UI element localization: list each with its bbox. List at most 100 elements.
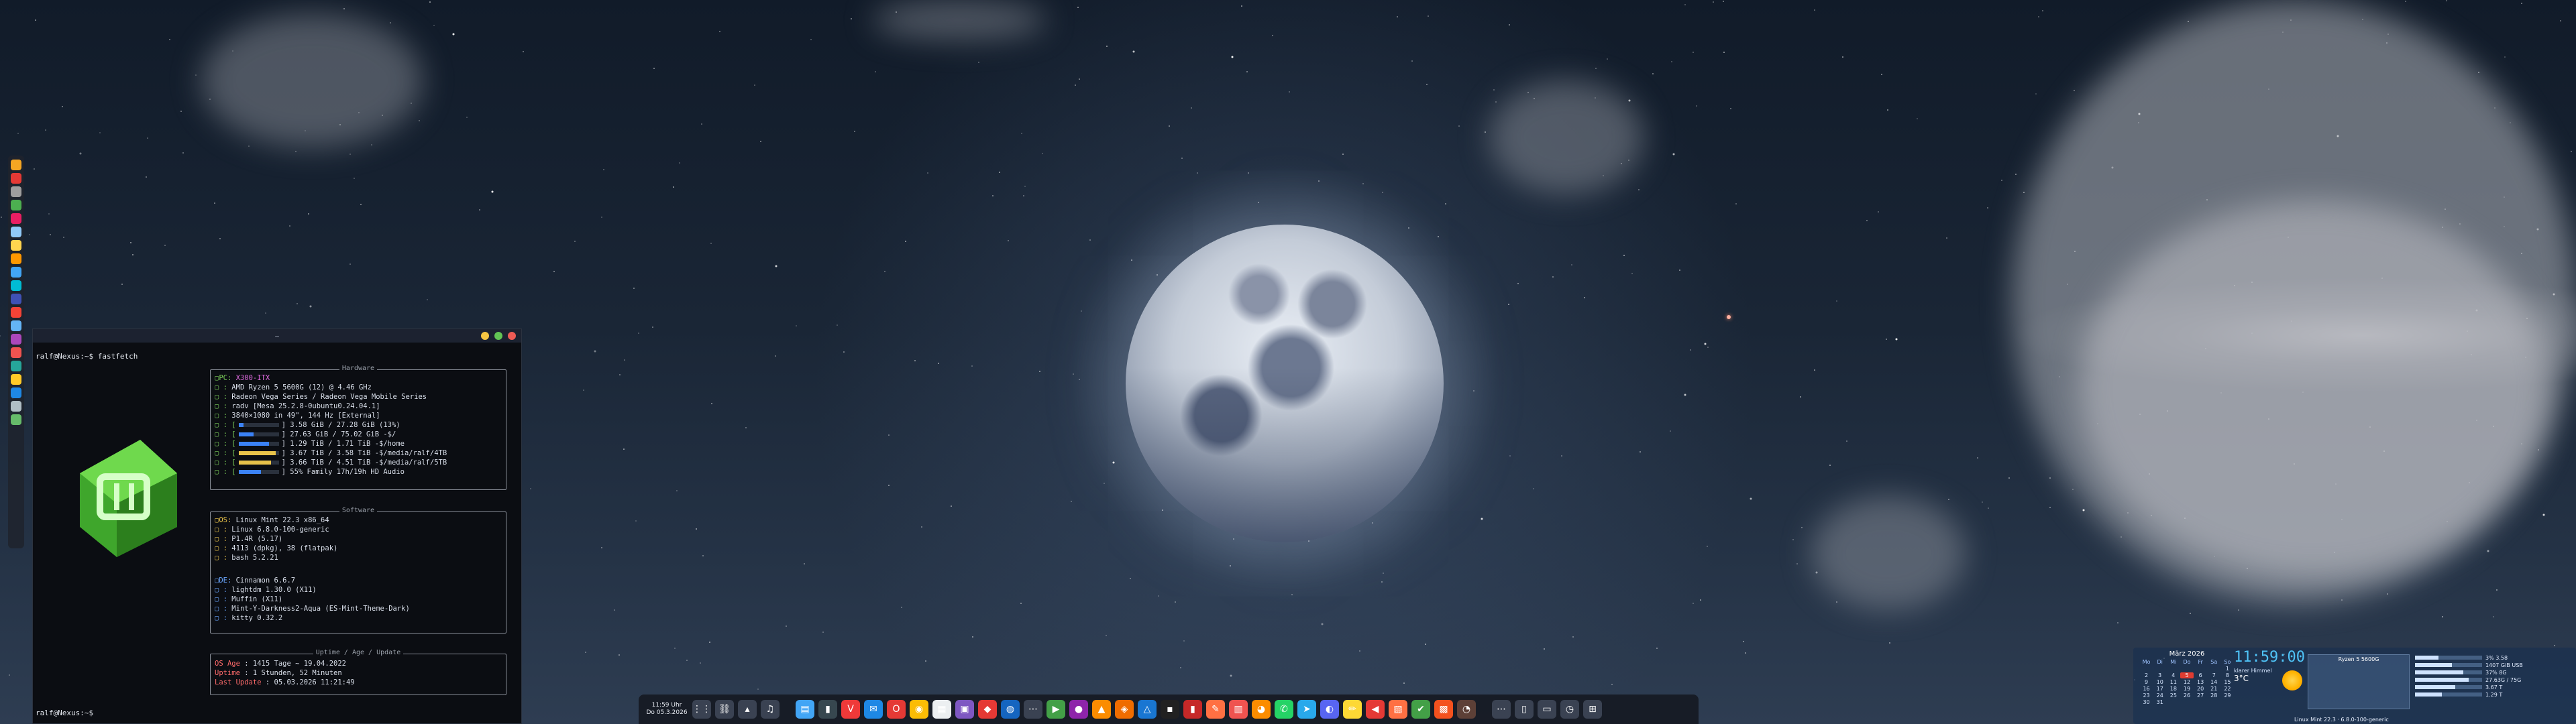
calendar-weekday: Do	[2183, 659, 2191, 665]
cloud	[201, 13, 423, 147]
calendar-day: 13	[2197, 679, 2204, 685]
tray-grid-icon[interactable]: ⊞	[1583, 700, 1602, 719]
sun-icon	[2282, 670, 2302, 690]
os-value: Linux Mint 22.3 x86_64	[235, 516, 329, 524]
pen-icon[interactable]: ✏	[1343, 700, 1362, 719]
app-book-icon[interactable]: ▥	[1229, 700, 1248, 719]
app-icon-6[interactable]	[11, 227, 21, 237]
calendar-day: 11	[2169, 679, 2177, 685]
clock-date: Do 05.3.2026	[646, 709, 688, 716]
terminal-window[interactable]: ~ ralf@Nexus:~$ fastfetch Hardware ▢PC: …	[32, 328, 522, 724]
vlc-icon[interactable]: ▲	[1092, 700, 1111, 719]
tray-clipboard-icon[interactable]: ▯	[1515, 700, 1534, 719]
mail-icon[interactable]: ✉	[864, 700, 883, 719]
memory-bar	[2415, 685, 2482, 689]
app-red2-icon[interactable]: ▮	[1183, 700, 1202, 719]
app-icon-19[interactable]	[11, 401, 21, 412]
app-orange2-icon[interactable]: ▩	[1434, 700, 1453, 719]
calendar-day	[2140, 666, 2153, 672]
moon-shadow	[1126, 225, 1444, 542]
app-icon-17[interactable]	[11, 374, 21, 385]
minimize-button[interactable]	[481, 332, 489, 340]
software-title: Software	[339, 507, 378, 514]
vivaldi-icon[interactable]: V	[841, 700, 860, 719]
app-bag-icon[interactable]: ▧	[1389, 700, 1407, 719]
calendar-day: 17	[2156, 686, 2163, 692]
taskbar-clock[interactable]: 11:59 Uhr Do 05.3.2026	[645, 702, 688, 717]
dots-icon[interactable]: ⋯	[1024, 700, 1042, 719]
notes-icon[interactable]: ▦	[932, 700, 951, 719]
telegram-icon[interactable]: ➤	[1297, 700, 1316, 719]
app-icon-8[interactable]	[11, 253, 21, 264]
folder-icon[interactable]: ▤	[796, 700, 814, 719]
calendar-day: 7	[2212, 672, 2216, 678]
calendar-day: 25	[2169, 692, 2177, 699]
discord-icon[interactable]: ◐	[1320, 700, 1339, 719]
menu-grid-icon[interactable]: ⋮⋮	[692, 700, 711, 719]
app-icon-12[interactable]	[11, 307, 21, 318]
maximize-button[interactable]	[494, 332, 502, 340]
app-icon-14[interactable]	[11, 334, 21, 345]
app-icon-2[interactable]	[11, 173, 21, 184]
prompt-line[interactable]: ralf@Nexus:~$	[36, 709, 98, 717]
uptime-label: Uptime	[215, 669, 240, 677]
moon-icon[interactable]	[11, 240, 21, 251]
app-icon-3[interactable]	[11, 186, 21, 197]
calendar-title: März 2026	[2169, 650, 2205, 658]
disk-line: 3% 3.58	[2485, 655, 2508, 661]
play-icon[interactable]: ▶	[1046, 700, 1065, 719]
calendar-day: 10	[2156, 679, 2163, 685]
mint-logo-icon	[80, 440, 177, 557]
age-label: OS Age	[215, 660, 240, 668]
app-orange-icon[interactable]: ◈	[1115, 700, 1134, 719]
app-blue-icon[interactable]: ◍	[1001, 700, 1020, 719]
app-icon-11[interactable]	[11, 294, 21, 304]
app-icon-10[interactable]	[11, 280, 21, 291]
calendar-weekday: So	[2224, 659, 2231, 665]
app-icon-13[interactable]	[11, 320, 21, 331]
app-cat-icon[interactable]: ◕	[1252, 700, 1271, 719]
calendar: März 2026 Mo Di Mi Do Fr Sa So 1 2 3 4 5 6 7 8 9 10 11 12 1…	[2140, 650, 2234, 705]
tray-menu-icon[interactable]: ⋯	[1492, 700, 1511, 719]
app-purple-icon[interactable]: ▣	[955, 700, 974, 719]
audio-icon[interactable]: ♫	[761, 700, 780, 719]
calendar-day: 20	[2197, 686, 2204, 692]
network-icon[interactable]: ⛓	[715, 700, 734, 719]
de-value: Cinnamon 6.6.7	[235, 577, 296, 585]
calendar-day: 21	[2210, 686, 2218, 692]
terminal-icon[interactable]: ▮	[818, 700, 837, 719]
tray-display-icon[interactable]: ▭	[1538, 700, 1556, 719]
calendar-day: 24	[2156, 692, 2163, 699]
opera-icon[interactable]: O	[887, 700, 906, 719]
app-cat2-icon[interactable]: ◔	[1457, 700, 1476, 719]
app-icon-5[interactable]	[11, 213, 21, 224]
app-icon-1[interactable]	[11, 160, 21, 170]
app-icon-4[interactable]	[11, 200, 21, 210]
terminal-titlebar[interactable]: ~	[33, 329, 521, 343]
pc-value: X300-ITX	[235, 374, 270, 382]
app-red-icon[interactable]: ◆	[978, 700, 997, 719]
memory-bar	[2415, 656, 2482, 660]
app-icon-16[interactable]	[11, 361, 21, 371]
memory-bars	[2415, 656, 2482, 700]
app-green-icon[interactable]: ✔	[1411, 700, 1430, 719]
media-icon[interactable]: ●	[1069, 700, 1088, 719]
app-icon-20[interactable]	[11, 414, 21, 425]
tray-up-icon[interactable]: ▴	[738, 700, 757, 719]
calendar-day: 23	[2143, 692, 2150, 699]
age-value: : 1415 Tage ~ 19.04.2022	[244, 660, 346, 668]
chrome-icon[interactable]: ◉	[910, 700, 928, 719]
app-nav-icon[interactable]: △	[1138, 700, 1157, 719]
whatsapp-icon[interactable]: ✆	[1275, 700, 1293, 719]
app-icon-15[interactable]	[11, 347, 21, 358]
app-icon-18[interactable]	[11, 387, 21, 398]
clock-time: 11:59 Uhr	[651, 702, 682, 709]
tray-clock-icon[interactable]: ◷	[1560, 700, 1579, 719]
app-dark-icon[interactable]: ▪	[1161, 700, 1179, 719]
app-icon-9[interactable]	[11, 267, 21, 278]
app-red3-icon[interactable]: ◀	[1366, 700, 1385, 719]
calendar-day: 1	[2225, 666, 2229, 672]
close-button[interactable]	[508, 332, 516, 340]
update-label: Last Update	[215, 678, 262, 686]
app-feather-icon[interactable]: ✎	[1206, 700, 1225, 719]
